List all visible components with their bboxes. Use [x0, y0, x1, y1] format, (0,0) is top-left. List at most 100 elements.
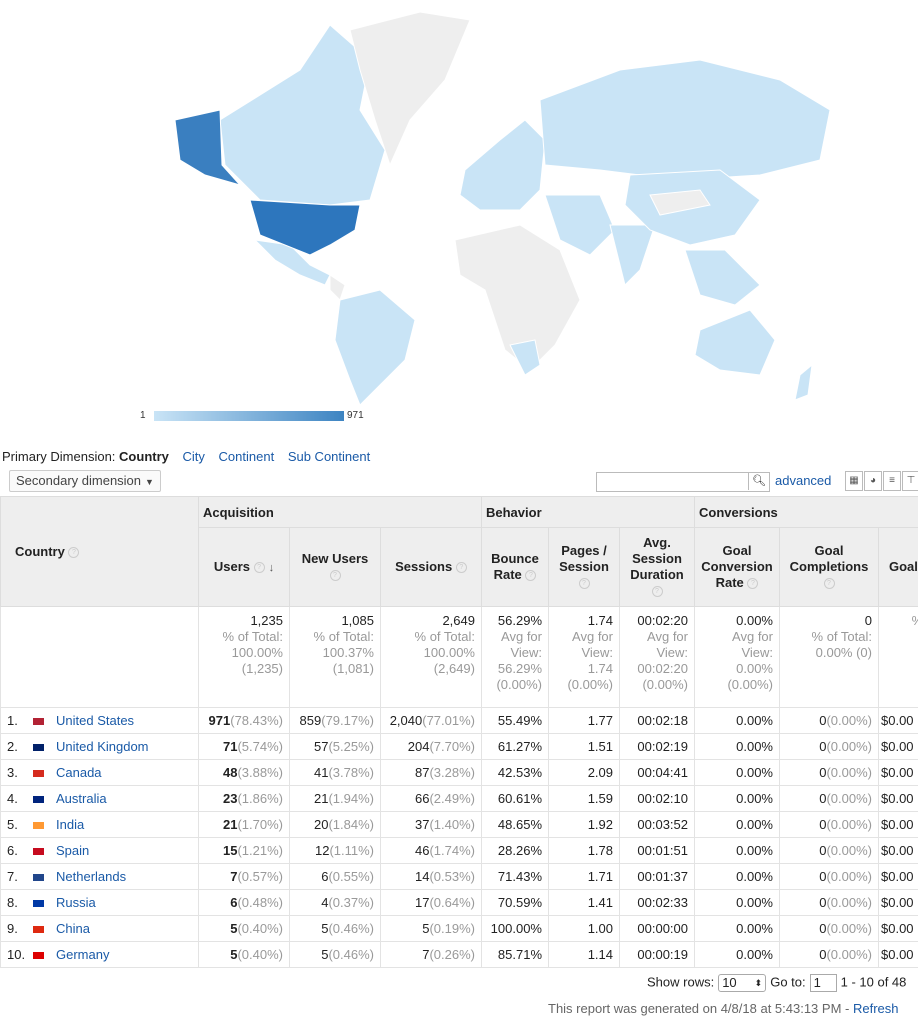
goal-value-cell: $0.00 [878, 811, 918, 838]
search-input[interactable] [597, 473, 751, 489]
pages-session-cell: 1.14 [548, 941, 620, 968]
totals-sub-text: View: [581, 645, 613, 660]
help-icon: ? [68, 547, 80, 559]
totals-sub-text: View: [656, 645, 688, 660]
flag-icon [33, 718, 44, 726]
sessions-percent: (0.26%) [429, 947, 475, 962]
column-header-goal-conversion-rate[interactable]: Goal Conversion Rate ? [694, 527, 780, 607]
country-link[interactable]: United States [56, 713, 134, 728]
completions-cell: 0(0.00%) [779, 863, 879, 890]
country-link[interactable]: Australia [56, 791, 107, 806]
new-users-cell: 57(5.25%) [289, 733, 381, 760]
dimension-subcontinent-link[interactable]: Sub Continent [288, 449, 370, 464]
country-link[interactable]: Canada [56, 765, 102, 780]
country-link[interactable]: Spain [56, 843, 89, 858]
map-middle-east [544, 194, 616, 256]
show-rows-select[interactable]: 10 ⬍ [718, 974, 767, 992]
new-users-cell: 5(0.46%) [289, 915, 381, 942]
column-header-avg-duration[interactable]: Avg. Session Duration? [619, 527, 695, 607]
pie-view-icon[interactable]: ◕ [864, 471, 882, 491]
country-link[interactable]: India [56, 817, 84, 832]
sessions-value: 87 [415, 765, 430, 780]
table-row: 2. United Kingdom 71(5.74%) 57(5.25%) 204(7.… [0, 733, 918, 760]
totals-sub-text: 100.37% [322, 645, 374, 660]
sessions-value: 46 [415, 843, 430, 858]
column-header-country[interactable]: Country ? [0, 496, 199, 607]
completions-percent: (0.00%) [826, 947, 872, 962]
dimension-city-link[interactable]: City [183, 449, 205, 464]
country-cell: 4. Australia [0, 785, 199, 812]
pages-session-cell: 1.77 [548, 707, 620, 734]
completions-percent: (0.00%) [826, 739, 872, 754]
country-link[interactable]: Germany [56, 947, 109, 962]
country-link[interactable]: China [56, 921, 90, 936]
column-header-users[interactable]: Users ? ↓ [198, 527, 290, 607]
advanced-filter-link[interactable]: advanced [775, 473, 831, 488]
table-row: 6. Spain 15(1.21%) 12(1.11%) 46(1.74%) 28.26%… [0, 837, 918, 864]
totals-cell: % o [878, 606, 918, 708]
pages-session-cell: 1.71 [548, 863, 620, 890]
search-icon[interactable]: 🔍︎ [748, 472, 769, 490]
totals-main-value: 1,235 [250, 613, 283, 628]
world-map [174, 11, 831, 406]
users-cell: 71(5.74%) [198, 733, 290, 760]
column-header-sessions[interactable]: Sessions ? [380, 527, 482, 607]
totals-sub-text: % of Total: [222, 629, 283, 644]
refresh-link[interactable]: Refresh [853, 1001, 899, 1016]
secondary-dimension-dropdown[interactable]: Secondary dimension ▼ [9, 470, 161, 492]
group-conversions: Conversions [694, 496, 918, 528]
column-header-new-users[interactable]: New Users? [289, 527, 381, 607]
users-value: 971 [208, 713, 231, 728]
conversion-rate-cell: 0.00% [694, 837, 780, 864]
column-header-goal-completions[interactable]: Goal Completions? [779, 527, 879, 607]
conversion-rate-cell: 0.00% [694, 811, 780, 838]
totals-cell: 2,649% of Total: 100.00% (2,649) [380, 606, 482, 708]
sessions-cell: 37(1.40%) [380, 811, 482, 838]
flag-icon [33, 900, 44, 908]
sessions-value: 2,040 [389, 713, 423, 728]
goal-value-cell: $0.00 [878, 889, 918, 916]
group-behavior: Behavior [481, 496, 695, 528]
country-cell: 3. Canada [0, 759, 199, 786]
country-link[interactable]: United Kingdom [56, 739, 149, 754]
users-percent: (0.40%) [237, 921, 283, 936]
country-link[interactable]: Russia [56, 895, 96, 910]
column-header-bounce-rate[interactable]: Bounce Rate ? [481, 527, 549, 607]
performance-view-icon[interactable]: ≡ [883, 471, 901, 491]
flag-icon [33, 744, 44, 752]
column-header-pages-session[interactable]: Pages / Session? [548, 527, 620, 607]
map-russia [539, 59, 831, 181]
goal-conversion-header-label: Goal Conversion Rate [701, 543, 773, 590]
totals-sub-text: Avg for [501, 629, 542, 644]
totals-sub-text: 1.74 [587, 661, 613, 676]
goto-input[interactable]: 1 [809, 974, 837, 992]
duration-cell: 00:00:19 [619, 941, 695, 968]
users-percent: (3.88%) [237, 765, 283, 780]
country-link[interactable]: Netherlands [56, 869, 126, 884]
totals-sub-text: (0.00%) [496, 677, 542, 692]
column-header-goal-value[interactable]: Goal [878, 527, 918, 607]
duration-cell: 00:01:51 [619, 837, 695, 864]
users-percent: (0.40%) [237, 947, 283, 962]
totals-sub-text: % o [883, 613, 918, 629]
bounce-rate-cell: 60.61% [481, 785, 549, 812]
dimension-continent-link[interactable]: Continent [219, 449, 275, 464]
table-view-icon[interactable]: ▦ [845, 471, 863, 491]
report-table: Country ? Acquisition Behavior Conversio… [0, 496, 918, 968]
new-users-percent: (0.46%) [328, 921, 374, 936]
new-users-cell: 12(1.11%) [289, 837, 381, 864]
pages-session-cell: 1.78 [548, 837, 620, 864]
totals-main-value: 1,085 [341, 613, 374, 628]
bounce-rate-cell: 48.65% [481, 811, 549, 838]
new-users-percent: (0.55%) [328, 869, 374, 884]
totals-sub-text: 56.29% [497, 661, 542, 676]
totals-main-value: 2,649 [442, 613, 475, 628]
country-cell: 5. India [0, 811, 199, 838]
help-icon: ? [525, 570, 537, 582]
goal-value-cell: $0.00 [878, 785, 918, 812]
new-users-cell: 859(79.17%) [289, 707, 381, 734]
completions-cell: 0(0.00%) [779, 941, 879, 968]
stepper-icon: ⬍ [754, 978, 763, 988]
comparison-view-icon[interactable]: ⊤ [902, 471, 918, 491]
new-users-percent: (1.11%) [329, 843, 374, 858]
